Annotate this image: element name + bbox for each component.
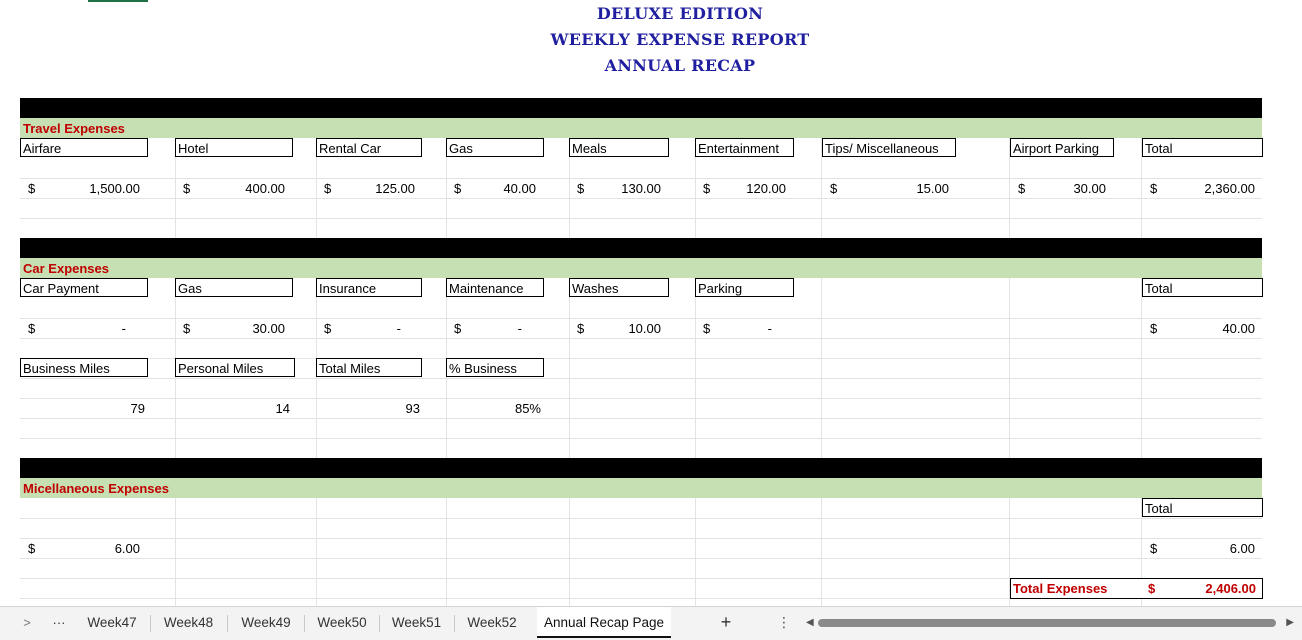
travel-header-entertainment[interactable]: Entertainment [695, 138, 794, 157]
car-header-total[interactable]: Total [1142, 278, 1263, 297]
car-currency-parking: $ [703, 321, 711, 336]
car-value-washes[interactable]: 10.00 [589, 319, 661, 339]
travel-section-band [20, 118, 1262, 138]
misc-currency: $ [28, 541, 36, 556]
car-value-total-miles[interactable]: 93 [336, 399, 420, 419]
travel-value-tips-misc[interactable]: 15.00 [842, 179, 949, 199]
car-section-label: Car Expenses [23, 261, 109, 276]
travel-value-airfare[interactable]: 1,500.00 [40, 179, 140, 199]
add-sheet-icon[interactable]: + [712, 607, 740, 640]
car-value-insurance[interactable]: - [336, 319, 401, 339]
car-header-maintenance[interactable]: Maintenance [446, 278, 544, 297]
sheet-options-icon[interactable]: ⋮ [774, 607, 794, 640]
car-value-parking[interactable]: - [715, 319, 772, 339]
travel-currency-gas: $ [454, 181, 462, 196]
car-value-personal-miles[interactable]: 14 [195, 399, 290, 419]
tab-week50[interactable]: Week50 [305, 607, 379, 640]
grand-total-label: Total Expenses [1013, 581, 1108, 596]
car-value-maintenance[interactable]: - [466, 319, 522, 339]
tab-week47[interactable]: Week47 [75, 607, 149, 640]
travel-value-rental-car[interactable]: 125.00 [336, 179, 415, 199]
misc-value[interactable]: 6.00 [40, 539, 140, 559]
scroll-left-icon[interactable]: ◀ [806, 616, 814, 630]
grand-total-box[interactable]: Total Expenses $ 2,406.00 [1010, 578, 1263, 599]
car-currency-car-payment: $ [28, 321, 36, 336]
car-value-car-payment[interactable]: - [40, 319, 126, 339]
cell-grid [20, 98, 1262, 606]
car-currency-insurance: $ [324, 321, 332, 336]
scrollbar-thumb[interactable] [818, 619, 1276, 627]
travel-header-airport-parking[interactable]: Airport Parking [1010, 138, 1114, 157]
tab-annual-recap-page[interactable]: Annual Recap Page [537, 607, 671, 638]
car-divider-band [20, 238, 1262, 258]
tab-overflow-icon[interactable]: ··· [46, 607, 72, 640]
travel-value-hotel[interactable]: 400.00 [195, 179, 285, 199]
travel-currency-entertainment: $ [703, 181, 711, 196]
car-header-business-miles[interactable]: Business Miles [20, 358, 148, 377]
car-header-insurance[interactable]: Insurance [316, 278, 422, 297]
car-value-percent-business[interactable]: 85% [466, 399, 541, 419]
car-value-business-miles[interactable]: 79 [40, 399, 145, 419]
car-header-gas[interactable]: Gas [175, 278, 293, 297]
car-header-total-miles[interactable]: Total Miles [316, 358, 422, 377]
grand-total-currency: $ [1148, 581, 1156, 596]
travel-header-rental-car[interactable]: Rental Car [316, 138, 422, 157]
travel-value-airport-parking[interactable]: 30.00 [1030, 179, 1106, 199]
travel-header-tips-misc[interactable]: Tips/ Miscellaneous [822, 138, 956, 157]
car-value-gas[interactable]: 30.00 [195, 319, 285, 339]
travel-header-airfare[interactable]: Airfare [20, 138, 148, 157]
selected-cell-indicator [88, 0, 148, 2]
tab-scroll-next-icon[interactable]: > [14, 607, 40, 640]
car-header-car-payment[interactable]: Car Payment [20, 278, 148, 297]
misc-section-label: Micellaneous Expenses [23, 481, 169, 496]
car-header-personal-miles[interactable]: Personal Miles [175, 358, 295, 377]
travel-currency-total: $ [1150, 181, 1158, 196]
report-title-edition: DELUXE EDITION [596, 4, 764, 23]
travel-header-total[interactable]: Total [1142, 138, 1263, 157]
misc-value-total[interactable]: 6.00 [1162, 539, 1255, 559]
car-currency-washes: $ [577, 321, 585, 336]
travel-currency-meals: $ [577, 181, 585, 196]
travel-header-meals[interactable]: Meals [569, 138, 669, 157]
travel-section-label: Travel Expenses [23, 121, 125, 136]
travel-header-hotel[interactable]: Hotel [175, 138, 293, 157]
travel-value-total[interactable]: 2,360.00 [1162, 179, 1255, 199]
car-header-percent-business[interactable]: % Business [446, 358, 544, 377]
car-currency-total: $ [1150, 321, 1158, 336]
misc-divider-band [20, 458, 1262, 478]
misc-header-total[interactable]: Total [1142, 498, 1263, 517]
travel-currency-tips-misc: $ [830, 181, 838, 196]
misc-section-band [20, 478, 1262, 498]
car-section-band [20, 258, 1262, 278]
travel-currency-airport-parking: $ [1018, 181, 1026, 196]
travel-value-meals[interactable]: 130.00 [589, 179, 661, 199]
car-value-total[interactable]: 40.00 [1162, 319, 1255, 339]
travel-currency-hotel: $ [183, 181, 191, 196]
report-title-main: WEEKLY EXPENSE REPORT [550, 30, 810, 49]
travel-currency-airfare: $ [28, 181, 36, 196]
car-currency-maintenance: $ [454, 321, 462, 336]
misc-currency-total: $ [1150, 541, 1158, 556]
scroll-right-icon[interactable]: ▶ [1286, 616, 1294, 630]
grand-total-value: 2,406.00 [1205, 581, 1256, 596]
car-header-parking[interactable]: Parking [695, 278, 794, 297]
tab-week52[interactable]: Week52 [455, 607, 529, 640]
car-header-washes[interactable]: Washes [569, 278, 669, 297]
tab-week49[interactable]: Week49 [228, 607, 304, 640]
sheet-tab-bar: > ··· Week47 Week48 Week49 Week50 Week51… [0, 606, 1302, 640]
travel-value-gas[interactable]: 40.00 [466, 179, 536, 199]
spreadsheet-sheet[interactable]: DELUXE EDITION WEEKLY EXPENSE REPORT ANN… [0, 0, 1302, 606]
travel-value-entertainment[interactable]: 120.00 [715, 179, 786, 199]
travel-header-gas[interactable]: Gas [446, 138, 544, 157]
car-currency-gas: $ [183, 321, 191, 336]
tab-week51[interactable]: Week51 [380, 607, 453, 640]
report-title-sub: ANNUAL RECAP [604, 56, 756, 75]
travel-divider-band [20, 98, 1262, 118]
horizontal-scrollbar[interactable]: ◀ ▶ [806, 616, 1294, 630]
tab-week48[interactable]: Week48 [151, 607, 226, 640]
travel-currency-rental-car: $ [324, 181, 332, 196]
